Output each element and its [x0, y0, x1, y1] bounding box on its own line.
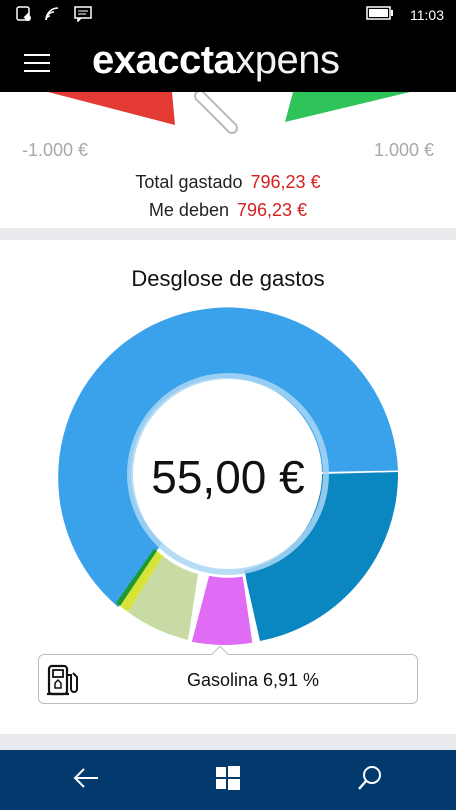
windows-icon: [215, 765, 241, 796]
search-button[interactable]: [330, 750, 410, 810]
total-spent-label: Total gastado: [135, 172, 243, 192]
clock: 11:03: [410, 6, 444, 23]
system-nav-bar: [0, 750, 456, 810]
wifi-icon: [44, 6, 62, 27]
gauge-min-label: -1.000 €: [22, 140, 89, 160]
owed-value: 796,23 €: [236, 200, 308, 220]
message-icon: [74, 6, 92, 27]
expense-breakdown-card: Desglose de gastos 55,00 € Gasolina 6,91…: [0, 240, 456, 734]
owed-label: Me deben: [148, 200, 229, 220]
gauge-max-label: 1.000 €: [373, 140, 434, 160]
breakdown-title: Desglose de gastos: [131, 266, 325, 291]
center-amount: 55,00 €: [151, 451, 305, 503]
owed-row: Me deben 796,23 €: [0, 200, 456, 221]
back-button[interactable]: [46, 750, 126, 810]
app-header: exacctaxpens: [0, 32, 456, 92]
start-button[interactable]: [188, 750, 268, 810]
selected-category-label: Gasolina 6,91 %: [186, 670, 320, 690]
back-icon: [72, 767, 100, 794]
battery-icon: [366, 6, 394, 23]
search-icon: [357, 765, 383, 796]
donut-segment-gasolina[interactable]: [188, 572, 256, 646]
gauge-positive-segment: [285, 92, 410, 122]
balance-card: -1.000 € 1.000 € Total gastado 796,23 € M…: [0, 92, 456, 228]
signal-icon: [16, 6, 32, 27]
menu-icon[interactable]: [24, 54, 50, 72]
total-spent-row: Total gastado 796,23 €: [0, 172, 456, 193]
total-spent-value: 796,23 €: [250, 172, 321, 192]
app-logo: exacctaxpens: [92, 38, 340, 82]
selected-category-tooltip[interactable]: Gasolina 6,91 %: [38, 654, 418, 704]
gauge-negative-segment: [48, 92, 175, 125]
status-bar: 11:03: [0, 0, 456, 32]
fuel-pump-icon: [45, 663, 85, 702]
